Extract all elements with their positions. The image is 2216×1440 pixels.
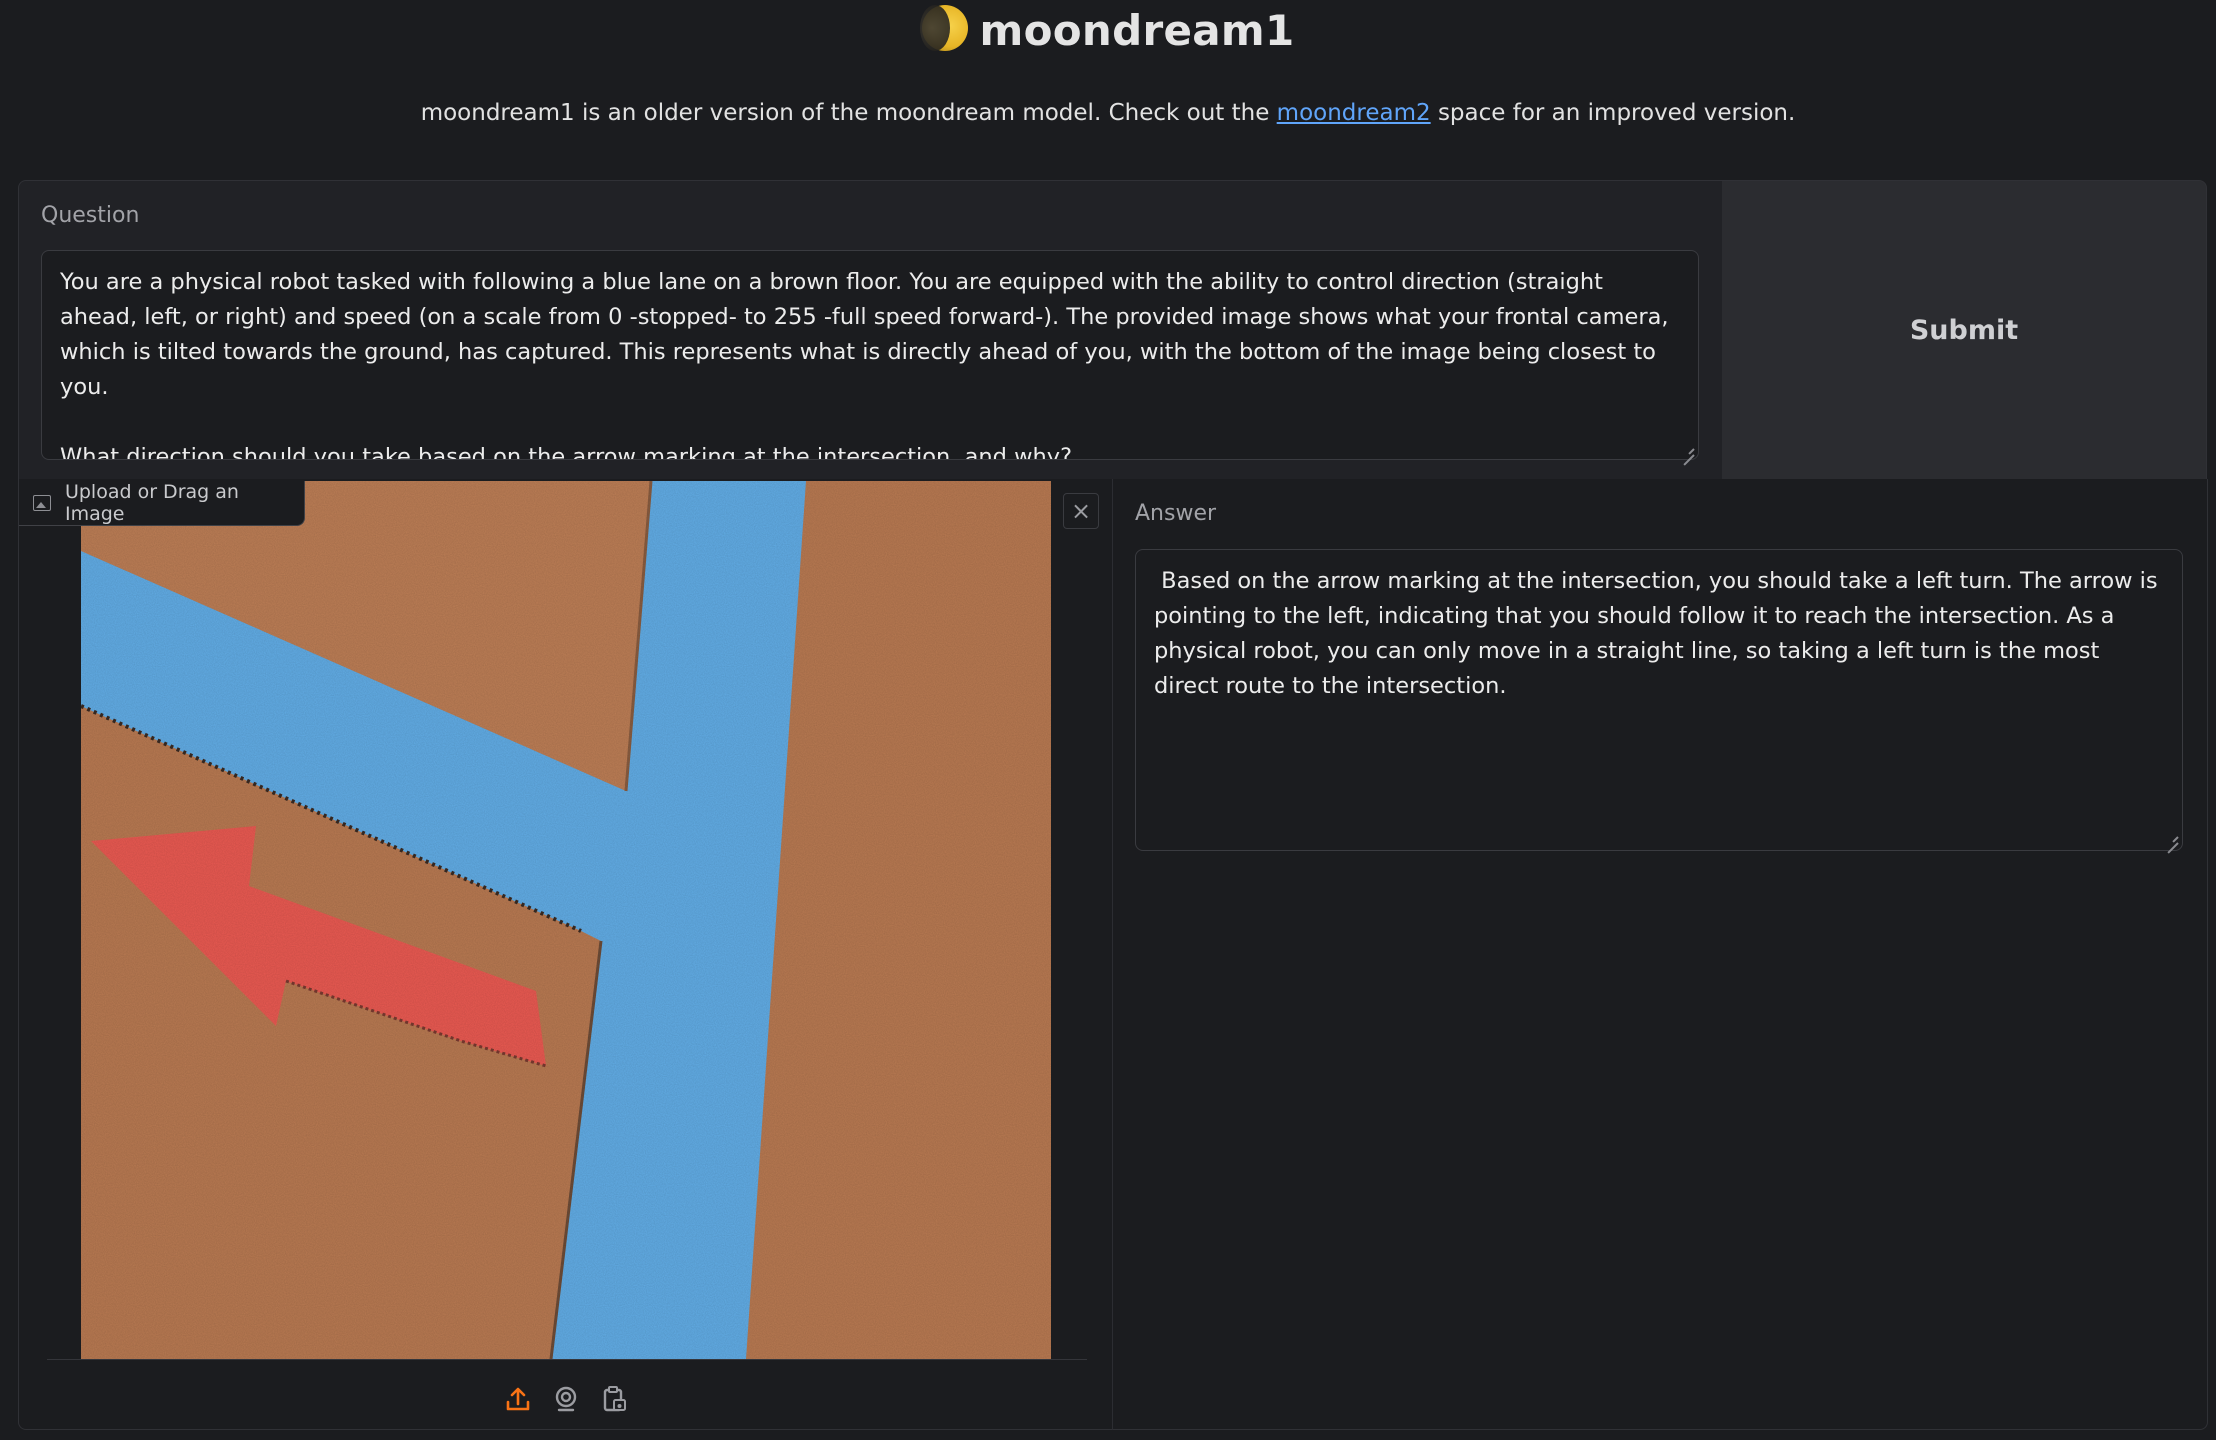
moondream2-link[interactable]: moondream2: [1277, 100, 1431, 126]
image-source-toolbar: [19, 1379, 1113, 1419]
submit-button[interactable]: Submit: [1722, 180, 2207, 480]
image-upload-label-text: Upload or Drag an Image: [64, 481, 239, 525]
question-textarea[interactable]: You are a physical robot tasked with fol…: [41, 250, 1699, 460]
answer-textarea[interactable]: Based on the arrow marking at the inters…: [1135, 549, 2183, 851]
image-toolbar-divider: [47, 1359, 1087, 1360]
answer-label: Answer: [1135, 501, 1217, 526]
upload-icon[interactable]: [503, 1384, 533, 1414]
page-title: moondream1: [979, 5, 1295, 55]
image-grain: [81, 481, 1051, 1359]
clear-image-button[interactable]: ×: [1063, 493, 1099, 529]
close-icon: ×: [1070, 497, 1092, 525]
description-text-end: space for an improved version.: [1430, 100, 1796, 126]
image-icon: [33, 495, 51, 511]
moon-icon: [919, 5, 968, 51]
submit-label: Submit: [1909, 314, 2019, 346]
description-text-start: moondream1 is an older version of the mo…: [420, 100, 1277, 126]
image-upload-label: Upload or Drag an Image: [19, 481, 305, 526]
app-root: moondream1 moondream1 is an older versio…: [0, 0, 2216, 1440]
clipboard-icon[interactable]: [599, 1384, 629, 1414]
answer-panel: Answer Based on the arrow marking at the…: [1112, 479, 2208, 1430]
question-panel: Question You are a physical robot tasked…: [18, 180, 1723, 480]
image-input-panel[interactable]: Upload or Drag an Image ×: [18, 479, 1113, 1430]
webcam-icon[interactable]: [551, 1384, 581, 1414]
header: moondream1: [0, 0, 2216, 60]
uploaded-image: [81, 481, 1051, 1359]
resize-handle-icon[interactable]: [1681, 443, 1695, 457]
resize-handle-icon[interactable]: [2165, 831, 2179, 845]
question-label: Question: [41, 203, 140, 228]
description: moondream1 is an older version of the mo…: [0, 100, 2216, 126]
